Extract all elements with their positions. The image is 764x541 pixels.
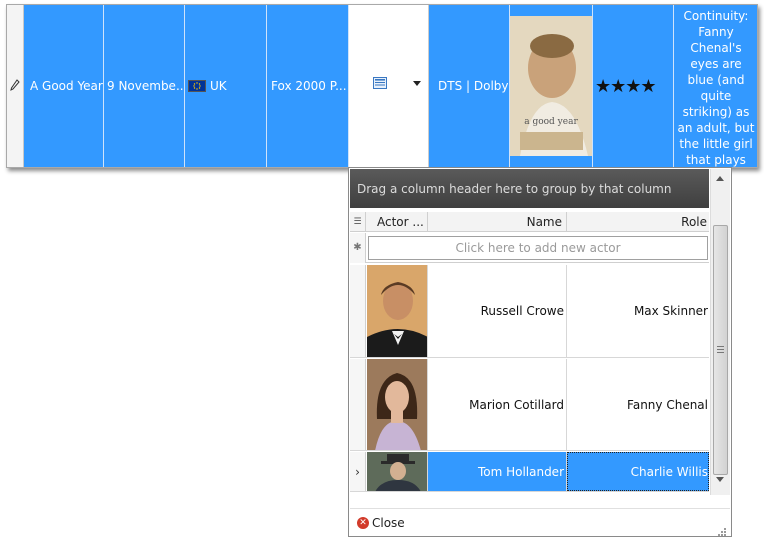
popup-footer: ✕ Close	[350, 508, 730, 536]
column-header-role[interactable]: Role	[567, 212, 709, 232]
studio-name: Fox 2000 P...	[271, 79, 347, 93]
row-indicator	[350, 265, 366, 357]
poster-cell[interactable]: a good year	[510, 5, 593, 167]
studio-cell[interactable]: Fox 2000 P...	[267, 5, 349, 167]
country-cell[interactable]: UK	[185, 5, 267, 167]
movie-title-cell[interactable]: A Good Year	[24, 5, 104, 167]
country-name: UK	[210, 79, 227, 93]
column-header-name[interactable]: Name	[428, 212, 567, 232]
notes-cell[interactable]: Continuity: Fanny Chenal's eyes are blue…	[674, 5, 758, 167]
rating-cell[interactable]: ★★★★	[593, 5, 674, 167]
movie-row[interactable]: A Good Year 9 Novembe... UK Fox 2000 P..…	[6, 4, 758, 168]
actor-role[interactable]: Max Skinner	[567, 265, 709, 357]
audio-cell[interactable]: DTS | Dolby	[429, 5, 510, 167]
movie-poster-image: a good year	[510, 16, 592, 156]
list-icon	[373, 77, 387, 92]
grip-icon	[717, 346, 724, 347]
actor-photo	[367, 265, 428, 357]
new-row-icon: ✱	[350, 233, 366, 263]
rating-stars: ★★★★	[595, 75, 657, 97]
vertical-scrollbar[interactable]	[710, 169, 730, 495]
audio-format: DTS | Dolby	[438, 79, 509, 93]
notes-text: Continuity: Fanny Chenal's eyes are blue…	[677, 9, 755, 167]
row-indicator	[350, 359, 366, 450]
close-icon: ✕	[357, 517, 369, 529]
chevron-down-icon[interactable]	[413, 81, 421, 86]
subtitles-dropdown-cell[interactable]	[349, 5, 429, 167]
new-actor-row[interactable]: ✱ Click here to add new actor	[350, 233, 709, 263]
movie-title: A Good Year	[30, 79, 103, 93]
row-edit-indicator	[7, 5, 24, 167]
release-date: 9 Novembe...	[107, 79, 185, 93]
table-row[interactable]: Marion Cotillard Fanny Chenal	[350, 359, 709, 451]
actor-role[interactable]: Fanny Chenal	[567, 359, 709, 450]
column-chooser-icon[interactable]: ☰	[350, 212, 366, 232]
scrollbar-thumb[interactable]	[713, 225, 728, 475]
column-header-actor[interactable]: Actor ...	[366, 212, 428, 232]
group-by-hint: Drag a column header here to group by th…	[357, 182, 672, 196]
actors-header-row: ☰ Actor ... Name Role	[350, 212, 709, 232]
resize-grip-icon[interactable]	[718, 525, 726, 536]
actor-role[interactable]: Charlie Willis	[567, 452, 709, 491]
actor-name[interactable]: Marion Cotillard	[428, 359, 567, 450]
current-row-indicator: ›	[350, 452, 366, 491]
actor-photo	[367, 452, 428, 491]
add-new-actor-input[interactable]: Click here to add new actor	[368, 236, 708, 260]
scroll-down-icon[interactable]	[716, 477, 724, 482]
close-label: Close	[372, 516, 405, 530]
pencil-edit-icon	[10, 78, 20, 94]
actor-photo	[367, 359, 428, 450]
actors-popup[interactable]: Drag a column header here to group by th…	[348, 167, 732, 537]
table-row[interactable]: Russell Crowe Max Skinner	[350, 265, 709, 358]
actor-name[interactable]: Tom Hollander	[428, 452, 567, 491]
close-button[interactable]: ✕ Close	[357, 516, 405, 530]
group-by-panel[interactable]: Drag a column header here to group by th…	[350, 169, 709, 208]
table-row-selected[interactable]: › Tom Hollander Charlie Willis	[350, 452, 709, 492]
actor-name[interactable]: Russell Crowe	[428, 265, 567, 357]
release-date-cell[interactable]: 9 Novembe...	[104, 5, 185, 167]
svg-text:a good year: a good year	[524, 117, 578, 127]
eu-flag-icon	[188, 80, 206, 92]
scroll-up-icon[interactable]	[716, 176, 724, 181]
